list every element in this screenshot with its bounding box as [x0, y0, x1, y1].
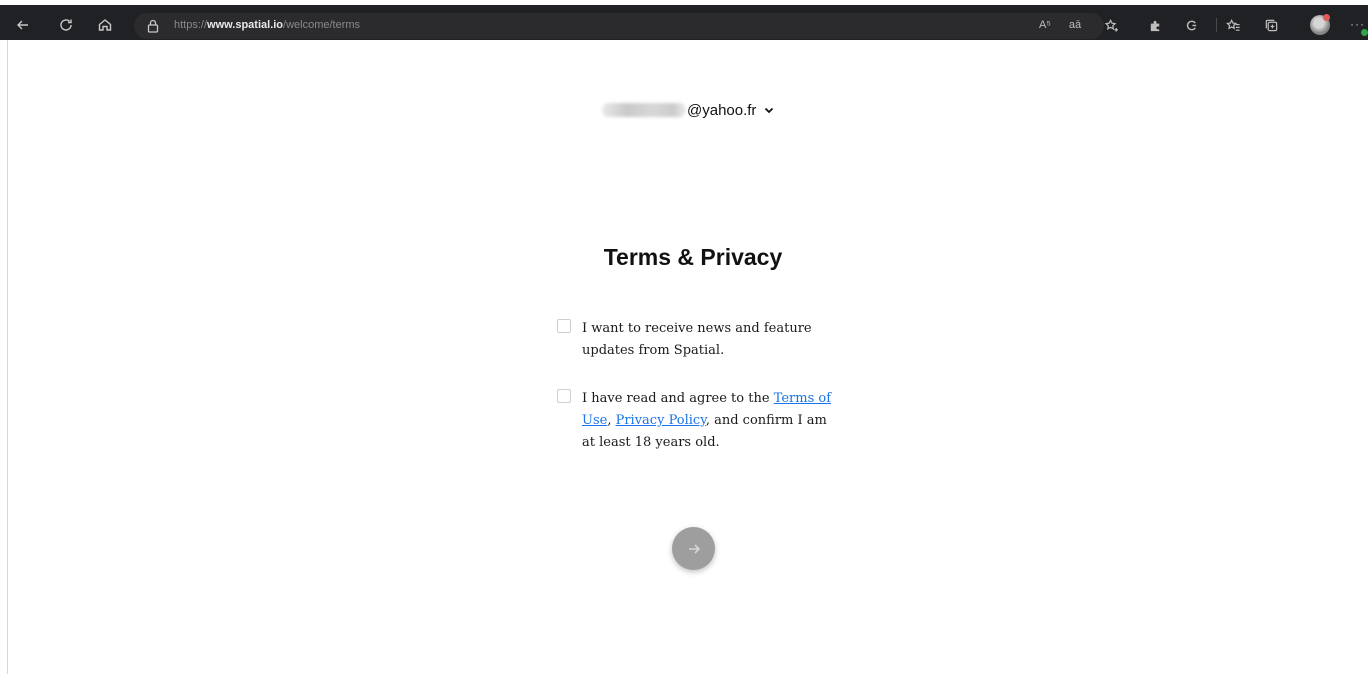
status-indicator-badge — [1361, 29, 1368, 36]
address-bar[interactable]: https://www.spatial.io/welcome/terms — [134, 13, 1104, 39]
newsletter-label[interactable]: I want to receive news and feature updat… — [582, 318, 832, 362]
next-button[interactable] — [672, 527, 715, 570]
collections-icon[interactable] — [1262, 16, 1280, 34]
arrow-right-icon — [688, 543, 700, 554]
window-edge — [7, 40, 8, 674]
toolbar-separator — [1216, 18, 1217, 32]
lock-icon[interactable] — [145, 18, 161, 34]
copilot-icon[interactable] — [1182, 16, 1200, 34]
terms-label[interactable]: I have read and agree to the Terms of Us… — [582, 388, 832, 454]
read-aloud-icon[interactable]: A⁵ — [1036, 16, 1054, 34]
favorites-icon[interactable] — [1224, 16, 1242, 34]
extension-icon[interactable] — [1146, 16, 1164, 34]
privacy-policy-link[interactable]: Privacy Policy — [616, 413, 706, 428]
terms-label-prefix: I have read and agree to the — [582, 391, 774, 406]
browser-toolbar: https://www.spatial.io/welcome/terms A⁵ … — [0, 0, 1368, 40]
profile-notification-badge — [1323, 14, 1330, 21]
home-icon[interactable] — [96, 16, 114, 34]
terms-label-separator: , — [607, 413, 616, 428]
terms-checkbox[interactable] — [557, 389, 571, 403]
url-text[interactable]: https://www.spatial.io/welcome/terms — [174, 19, 360, 31]
add-favorite-icon[interactable] — [1102, 16, 1120, 34]
back-arrow-icon[interactable] — [14, 16, 32, 34]
chevron-down-icon[interactable] — [763, 104, 775, 116]
translate-icon[interactable]: aā — [1066, 16, 1084, 34]
page-title: Terms & Privacy — [603, 244, 783, 270]
refresh-icon[interactable] — [57, 16, 75, 34]
account-switcher[interactable]: @yahoo.fr — [602, 98, 775, 122]
redacted-username — [602, 103, 686, 117]
account-email[interactable]: @yahoo.fr — [687, 102, 756, 119]
newsletter-checkbox[interactable] — [557, 319, 571, 333]
